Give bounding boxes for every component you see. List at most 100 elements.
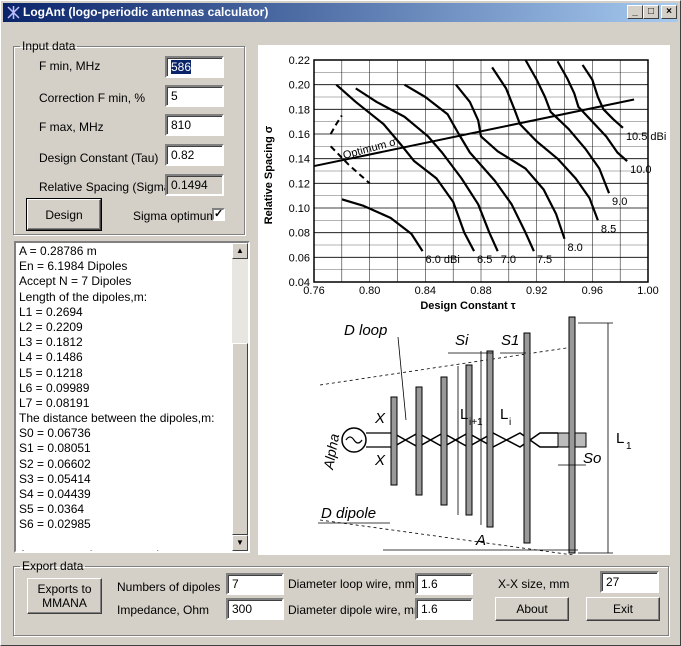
gain-curve-label: 8.0: [568, 242, 583, 254]
main-window: LogAnt (logo-periodic antennas calculato…: [0, 0, 681, 646]
dipole-2: [523, 332, 531, 544]
gain-curve: [341, 198, 424, 252]
scroll-thumb[interactable]: [232, 343, 248, 535]
maximize-icon: □: [647, 6, 655, 17]
about-button-label: About: [516, 602, 548, 616]
fmin-input[interactable]: 586: [165, 56, 224, 78]
label-li1-sub: i+1: [469, 417, 483, 428]
dipoles-value: 7: [232, 577, 239, 591]
result-line: S4 = 0.04439: [19, 487, 91, 501]
result-line: En = 6.1984 Dipoles: [19, 259, 128, 274]
dipoles-input[interactable]: 7: [226, 573, 284, 595]
xx-size-value: 27: [606, 575, 620, 589]
result-line: Length of the dipoles,m:: [19, 289, 148, 304]
export-mmana-button[interactable]: Exports to MMANA: [27, 578, 102, 614]
gain-curve-label: 7.0: [501, 254, 516, 266]
export-data-group: Export data: [13, 559, 669, 636]
result-line: S3 = 0.05414: [19, 471, 91, 486]
result-line: L5 = 0.1218: [19, 365, 83, 380]
exit-button[interactable]: Exit: [586, 597, 660, 621]
result-line: S2 = 0.06602: [19, 456, 91, 471]
antenna-diagram: D loop Si S1 L i+1 L i X X Alpha L 1 So …: [318, 316, 632, 555]
gain-curve-label: 6.5: [477, 254, 492, 266]
result-line: Accept N = 7 Dipoles: [19, 274, 132, 289]
correction-value: 5: [171, 89, 178, 103]
close-button[interactable]: ×: [661, 5, 677, 19]
x-tick-label: 1.00: [637, 285, 658, 297]
xx-size-input[interactable]: 27: [600, 571, 659, 593]
y-tick-label: 0.16: [289, 129, 310, 141]
fmax-value: 810: [171, 118, 192, 132]
dipole-6: [415, 386, 423, 496]
label-d-dipole: D dipole: [321, 505, 376, 522]
scroll-down-icon[interactable]: ▼: [232, 535, 248, 551]
x-tick-label: 0.96: [582, 285, 603, 297]
result-line: L2 = 0.2209: [19, 319, 83, 334]
loop-wire-input[interactable]: 1.6: [415, 573, 473, 595]
sigma-optimum-label: Sigma optimum: [133, 209, 217, 223]
export-button-line1: Exports to: [37, 582, 92, 596]
input-data-legend: Input data: [22, 39, 76, 53]
d-loop-leader: [397, 336, 407, 421]
impedance-value: 300: [232, 602, 253, 616]
design-button[interactable]: Design: [26, 198, 102, 231]
tau-input[interactable]: 0.82: [165, 144, 224, 166]
fmin-label: F min, MHz: [39, 59, 101, 73]
result-line: S1 = 0.08051: [19, 441, 91, 456]
impedance-input[interactable]: 300: [226, 598, 284, 620]
dashed-curve: [329, 114, 343, 135]
correction-input[interactable]: 5: [165, 85, 224, 107]
sigma-optimum-checkbox[interactable]: ✓: [212, 208, 225, 221]
check-icon: ✓: [214, 208, 224, 220]
label-d-loop: D loop: [344, 322, 387, 339]
fmin-value: 586: [171, 60, 192, 74]
label-alpha: Alpha: [320, 432, 342, 471]
close-icon: ×: [666, 6, 672, 17]
design-button-label: Design: [45, 207, 83, 222]
sigma-label: Relative Spacing (Sigma): [39, 180, 175, 194]
minimize-button[interactable]: _: [627, 5, 643, 19]
dipoles-label: Numbers of dipoles: [117, 580, 221, 594]
dipole-wire-label: Diameter dipole wire, mm: [288, 603, 425, 617]
title-bar[interactable]: LogAnt (logo-periodic antennas calculato…: [3, 3, 678, 22]
label-a: A: [475, 532, 486, 549]
result-line: The distance between the dipoles,m:: [19, 411, 215, 426]
scroll-up-icon[interactable]: ▲: [232, 243, 248, 259]
results-memo[interactable]: A = 0.28786 m En = 6.1984 Dipoles Accept N…: [14, 241, 250, 553]
dipole-4: [465, 364, 473, 516]
results-scrollbar[interactable]: ▲ ▼: [232, 243, 248, 551]
export-button-line2: MMANA: [42, 596, 87, 610]
y-tick-label: 0.22: [289, 55, 310, 67]
gain-curve-label: 8.5: [601, 223, 616, 235]
fmax-input[interactable]: 810: [165, 114, 224, 136]
y-tick-label: 0.20: [289, 80, 310, 92]
dipole-wire-input[interactable]: 1.6: [415, 598, 473, 620]
gain-curve-label: 9.0: [612, 196, 627, 208]
result-line: S6 = 0.02985: [19, 517, 91, 532]
label-l1: L: [616, 430, 624, 447]
maximize-button[interactable]: □: [643, 5, 659, 19]
result-line: Antenna can be converted: [19, 548, 234, 551]
result-line: A = 0.28786 m: [19, 244, 97, 258]
export-data-legend: Export data: [22, 559, 84, 573]
label-so: So: [583, 450, 601, 467]
label-x-top: X: [374, 410, 386, 427]
y-tick-label: 0.10: [289, 203, 310, 215]
x-tick-label: 0.84: [415, 285, 436, 297]
result-line: S0 = 0.06736: [19, 426, 91, 441]
results-text: A = 0.28786 m En = 6.1984 Dipoles Accept N…: [19, 244, 234, 551]
result-line: S5 = 0.0364: [19, 502, 85, 517]
y-tick-label: 0.08: [289, 228, 310, 240]
tau-label: Design Constant (Tau): [39, 151, 159, 165]
label-li-sub: i: [509, 417, 511, 428]
result-line: L4 = 0.1486: [19, 350, 83, 365]
gain-curve-label: 10.0: [630, 164, 651, 176]
dipole-wire-value: 1.6: [421, 602, 438, 616]
gain-curve-label: 7.5: [537, 254, 552, 266]
fmax-label: F max, MHz: [39, 120, 104, 134]
dipole-3: [486, 350, 494, 528]
sigma-value: 0.1494: [171, 178, 208, 192]
dipole-1: [568, 316, 576, 554]
about-button[interactable]: About: [495, 597, 569, 621]
label-li: L: [500, 406, 508, 423]
